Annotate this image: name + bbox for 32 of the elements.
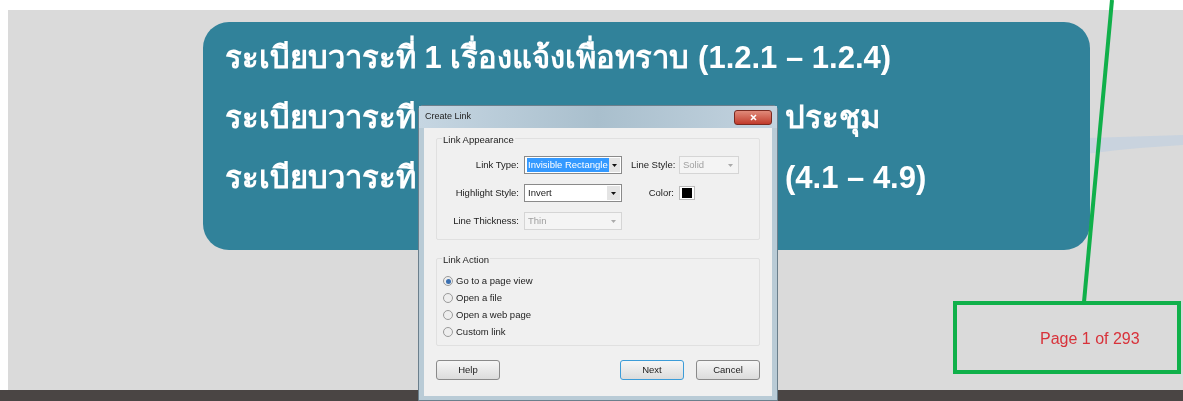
field-label: Line Thickness: [452,213,520,228]
dialog-button[interactable]: Help [436,360,500,380]
slide-text: ประชุม [785,99,880,139]
slide-text: (4.1 – 4.9) [785,159,927,198]
color-swatch[interactable] [679,186,695,200]
field-label: Color: [647,185,675,200]
group-heading: Link Appearance [442,133,515,148]
field-label: Link Type: [474,157,520,172]
dialog-button[interactable]: Next [620,360,684,380]
radio-option[interactable]: Open a file [443,291,502,305]
radio-option[interactable]: Go to a page view [443,274,533,288]
slide-text: ระเบียบวาระที่ 1 เรื่องแจ้งเพื่อทราบ (1.2.1 – 1.2.4) [225,35,892,82]
radio-option[interactable]: Custom link [443,325,506,339]
caret-icon [611,219,616,223]
caret-icon [611,191,616,195]
page-label: Page 1 of 293 [1040,329,1140,349]
dialog-button[interactable]: Cancel [696,360,760,380]
close-icon [749,113,757,121]
dialog-title: Create Link [425,110,472,124]
slide-text: ระเบียบวาระที [225,100,416,136]
radio-button[interactable] [443,327,453,337]
radio-option[interactable]: Open a web page [443,308,531,322]
close-button[interactable] [734,109,772,125]
dropdown-field[interactable]: Invert [524,184,622,202]
field-label: Line Style: [631,157,677,172]
radio-button[interactable] [443,276,453,286]
slide-text: ระเบียบวาระที [225,160,416,196]
radio-button[interactable] [443,310,453,320]
field-label: Highlight Style: [454,185,520,200]
caret-icon [611,163,617,167]
radio-button[interactable] [443,293,453,303]
caret-icon [728,163,733,167]
